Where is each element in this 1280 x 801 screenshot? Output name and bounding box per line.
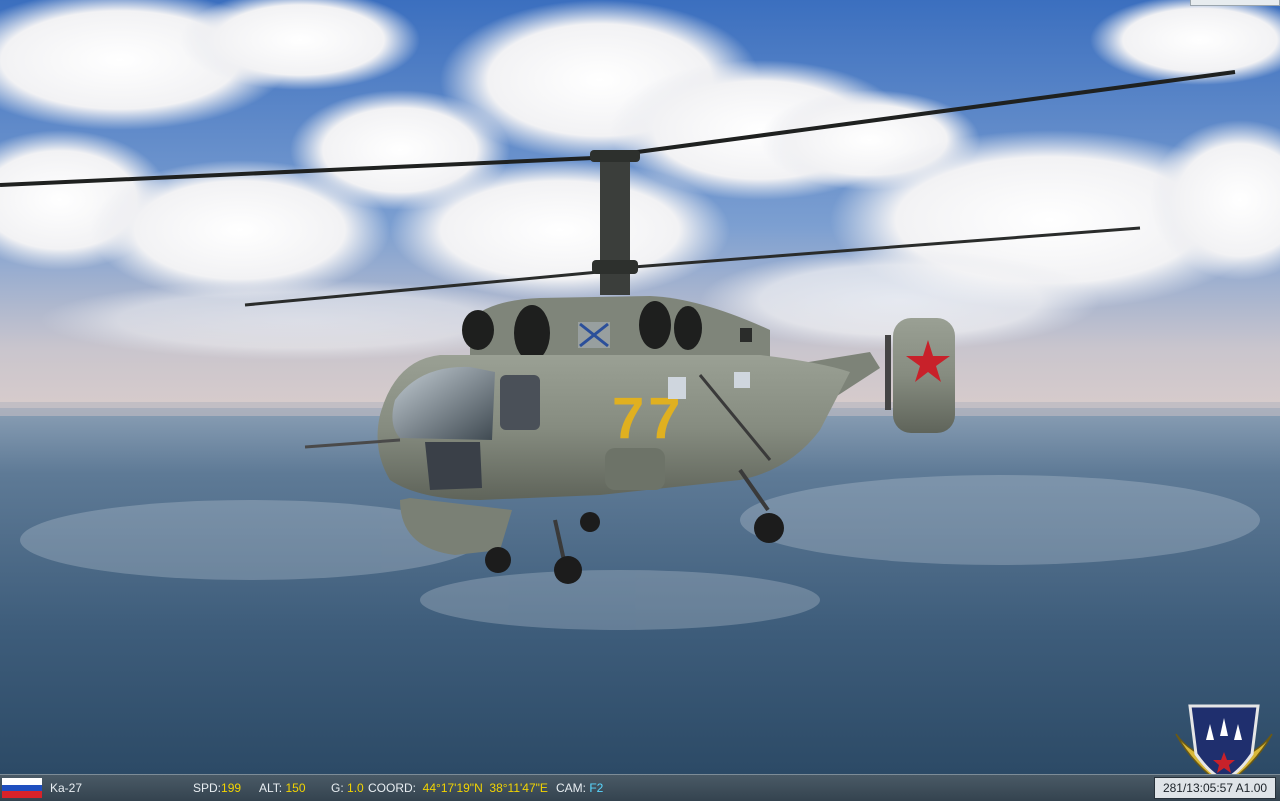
camera-readout: CAM: F2 [556, 781, 604, 795]
russia-flag-icon [2, 778, 42, 798]
altitude-readout: ALT: 150 [259, 781, 306, 795]
mission-time-readout: 281/13:05:57 A1.00 [1154, 777, 1276, 799]
speed-readout: SPD:199 [193, 781, 242, 795]
window-corner-widget [1190, 0, 1280, 6]
coordinates-readout: COORD: 44°17'19"N 38°11'47"E [368, 781, 548, 795]
g-force-readout: G: 1.0 [331, 781, 364, 795]
hud-status-bar: Ka-27 SPD:199 ALT: 150 G: 1.0 COORD: 44°… [0, 774, 1280, 801]
aircraft-name: Ka-27 [50, 781, 83, 795]
game-viewport[interactable]: 77 [0, 0, 1280, 800]
